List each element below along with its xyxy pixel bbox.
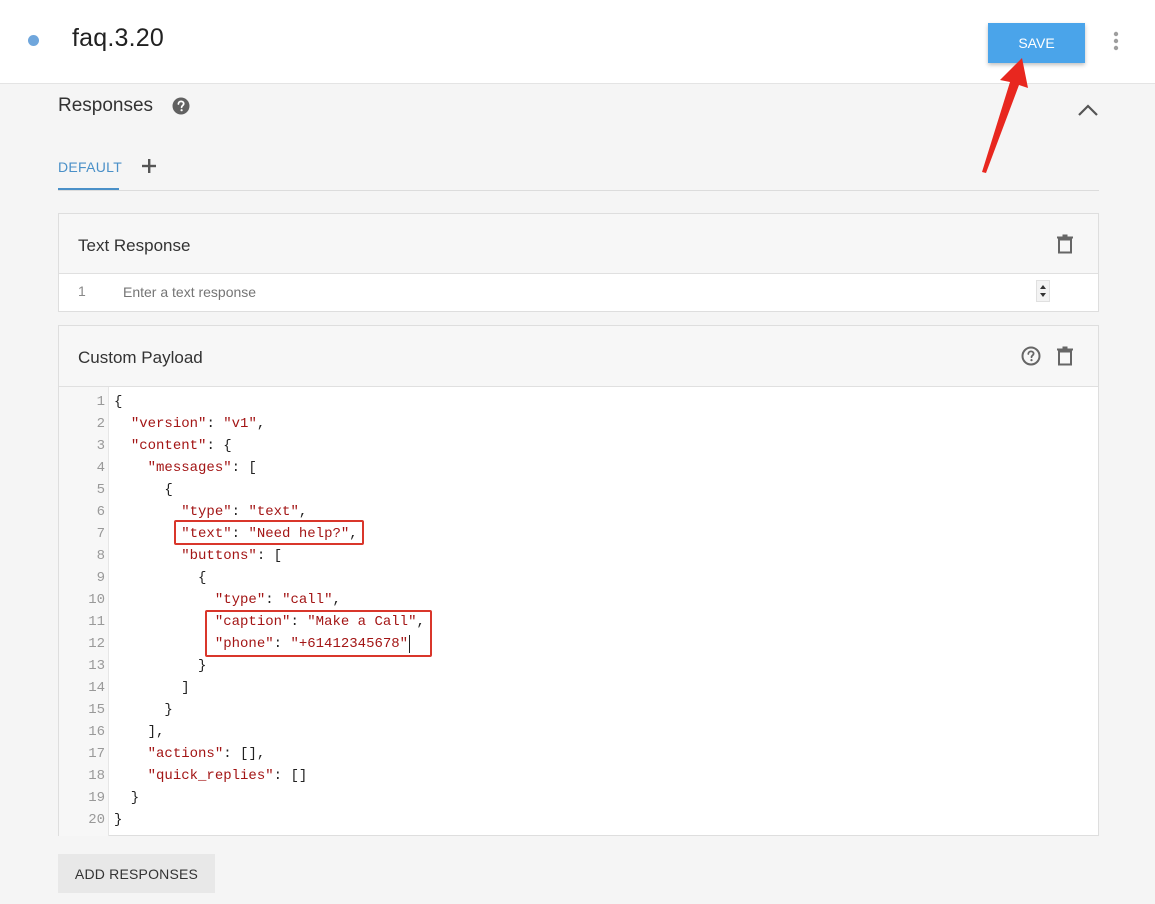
text-response-input[interactable]	[123, 284, 1023, 300]
code-line: 17 "actions": [],	[59, 743, 1098, 765]
annotation-arrow-icon	[982, 58, 1028, 173]
intent-name[interactable]: faq.3.20	[72, 24, 164, 53]
line-number: 1	[78, 283, 86, 299]
code-line: 8 "buttons": [	[59, 545, 1098, 567]
tabs-divider	[58, 190, 1099, 191]
code-line: 5 {	[59, 479, 1098, 501]
line-number: 10	[88, 592, 105, 608]
line-number: 11	[88, 614, 105, 630]
custom-payload-header: Custom Payload	[59, 326, 1098, 387]
code-line: 9 {	[59, 567, 1098, 589]
code-text: {	[114, 482, 173, 498]
line-number: 14	[88, 680, 105, 696]
line-number: 19	[88, 790, 105, 806]
code-text: }	[114, 812, 123, 828]
line-number: 9	[96, 570, 105, 586]
line-number: 5	[96, 482, 105, 498]
highlight-box-text	[174, 520, 364, 545]
line-number: 1	[96, 394, 105, 410]
code-line: 10 "type": "call",	[59, 589, 1098, 611]
code-line: 20}	[59, 809, 1098, 831]
responses-title: Responses	[58, 95, 154, 116]
line-number: 13	[88, 658, 105, 674]
code-text: "content": {	[130, 438, 232, 454]
code-text: "version": "v1",	[130, 416, 266, 432]
code-line: 16 ],	[59, 721, 1098, 743]
code-line: 15 }	[59, 699, 1098, 721]
delete-payload-icon[interactable]	[1056, 346, 1074, 366]
add-tab-icon[interactable]	[140, 157, 158, 175]
custom-payload-title: Custom Payload	[78, 348, 203, 367]
tab-default[interactable]: DEFAULT	[58, 159, 122, 175]
payload-help-icon[interactable]	[1021, 346, 1041, 366]
text-cursor	[409, 635, 410, 653]
code-text: "type": "call",	[214, 592, 341, 608]
line-number: 16	[88, 724, 105, 740]
more-vert-icon[interactable]	[1107, 30, 1125, 52]
code-line: 2 "version": "v1",	[59, 413, 1098, 435]
line-number: 17	[88, 746, 105, 762]
line-number: 4	[96, 460, 105, 476]
code-text: }	[114, 790, 140, 806]
line-number: 3	[96, 438, 105, 454]
text-response-title: Text Response	[78, 236, 191, 255]
line-number: 7	[96, 526, 105, 542]
delete-icon[interactable]	[1056, 234, 1074, 254]
code-text: }	[114, 702, 173, 718]
help-icon[interactable]	[172, 97, 190, 115]
code-line: 14 ]	[59, 677, 1098, 699]
code-text: "messages": [	[147, 460, 257, 476]
code-editor[interactable]: 1{2 "version": "v1", 3 "content": {4 "mes…	[59, 387, 1098, 836]
code-line: 1{	[59, 391, 1098, 413]
line-number: 15	[88, 702, 105, 718]
code-line: 19 }	[59, 787, 1098, 809]
line-number: 8	[96, 548, 105, 564]
code-text: ]	[114, 680, 190, 696]
code-text: ],	[114, 724, 165, 740]
code-line: 13 }	[59, 655, 1098, 677]
code-line: 18 "quick_replies": []	[59, 765, 1098, 787]
stepper-icon[interactable]	[1036, 280, 1050, 302]
code-line: 3 "content": {	[59, 435, 1098, 457]
tab-active-indicator	[58, 188, 119, 190]
line-number: 2	[96, 416, 105, 432]
code-text: "actions": [],	[147, 746, 266, 762]
code-line: 4 "messages": [	[59, 457, 1098, 479]
code-text: "quick_replies": []	[147, 768, 308, 784]
code-text: {	[114, 394, 123, 410]
code-text: {	[114, 570, 207, 586]
line-number: 12	[88, 636, 105, 652]
line-number: 18	[88, 768, 105, 784]
custom-payload-card: Custom Payload 1{2 "version": "v1", 3 "co…	[58, 325, 1099, 836]
text-response-card: Text Response 1	[58, 213, 1099, 312]
line-number: 20	[88, 812, 105, 828]
add-responses-button[interactable]: ADD RESPONSES	[58, 854, 215, 893]
code-text: "buttons": [	[181, 548, 283, 564]
line-number: 6	[96, 504, 105, 520]
chevron-up-icon[interactable]	[1077, 102, 1099, 118]
text-response-header: Text Response	[59, 214, 1098, 274]
unsaved-dot-icon	[28, 35, 39, 46]
code-text: }	[114, 658, 207, 674]
highlight-box-button	[205, 610, 432, 657]
